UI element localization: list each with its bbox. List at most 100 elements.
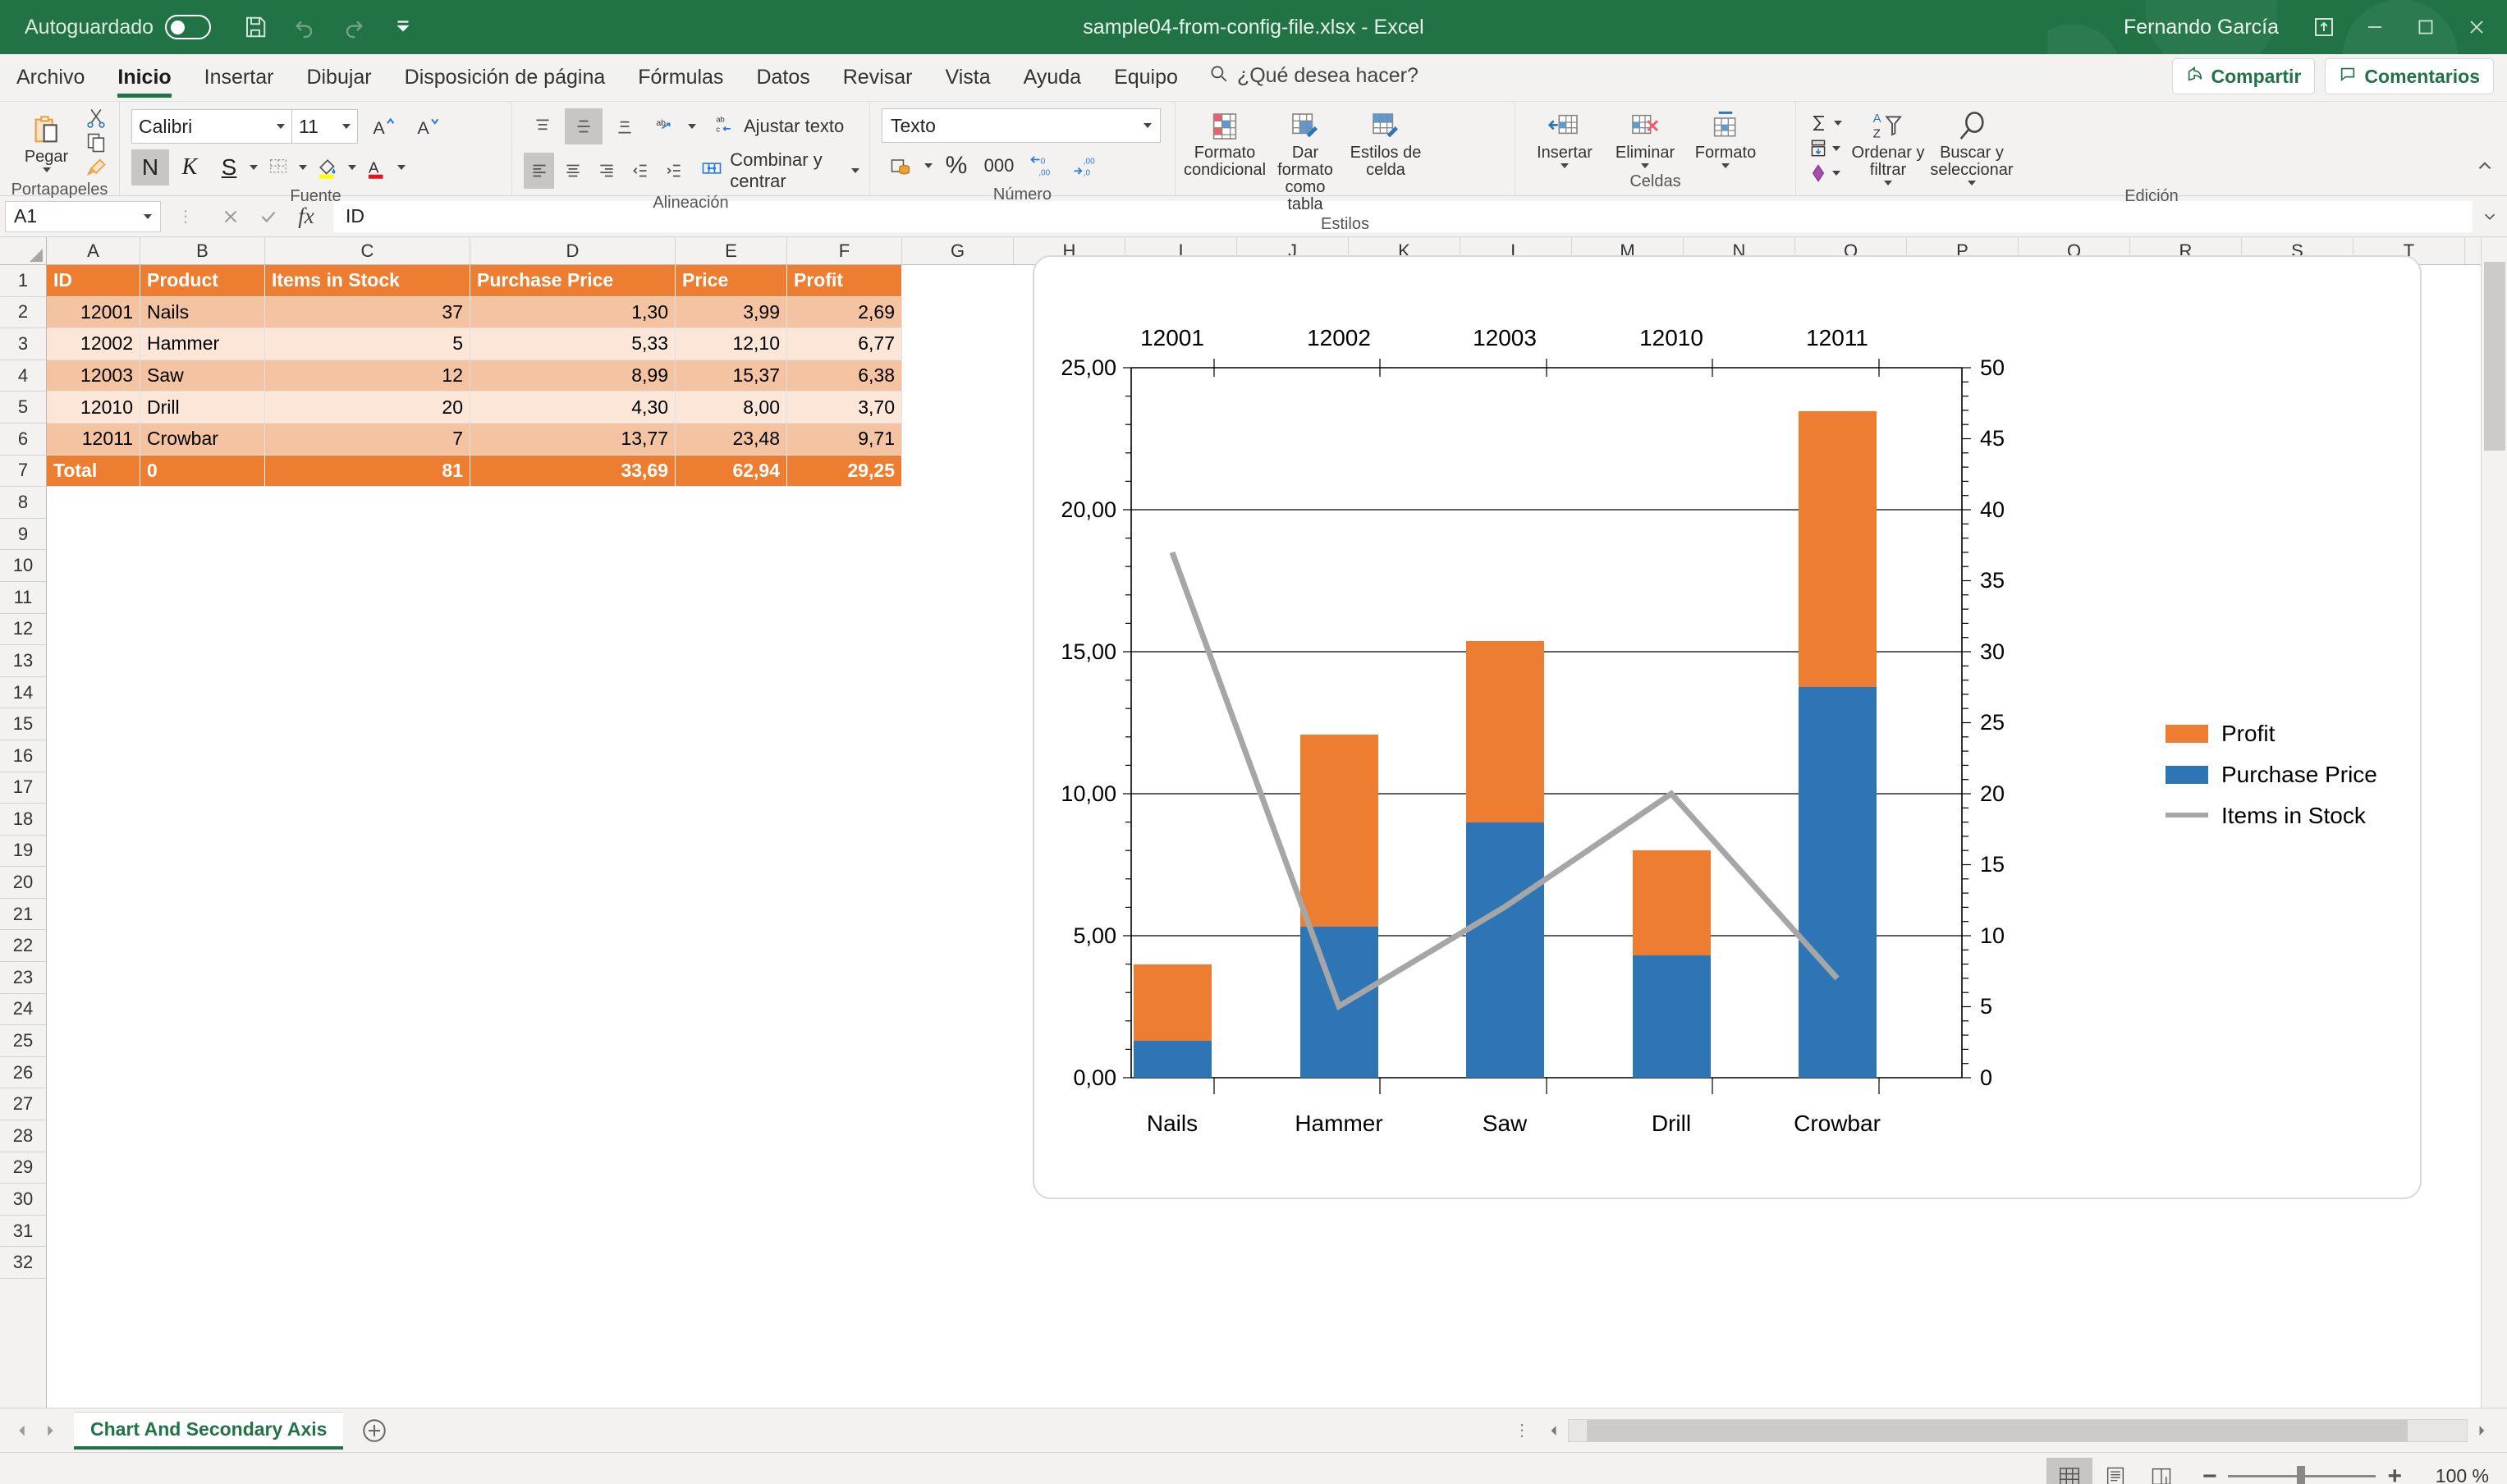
- next-sheet-icon[interactable]: [36, 1417, 64, 1445]
- cell-D1[interactable]: Purchase Price: [470, 265, 676, 297]
- row-header-8[interactable]: 8: [0, 487, 46, 519]
- add-sheet-icon[interactable]: [356, 1413, 392, 1449]
- zoom-control[interactable]: − + 100 %: [2202, 1463, 2489, 1484]
- align-middle-icon[interactable]: [565, 108, 603, 144]
- cell-E1[interactable]: Price: [676, 265, 787, 297]
- row-header-15[interactable]: 15: [0, 708, 46, 740]
- row-header-29[interactable]: 29: [0, 1152, 46, 1184]
- column-header-A[interactable]: A: [47, 237, 140, 264]
- cell-A6[interactable]: 12011: [47, 424, 140, 456]
- align-right-icon[interactable]: [591, 153, 621, 189]
- cell-E2[interactable]: 3,99: [676, 297, 787, 329]
- format-cells-caret-icon[interactable]: [1721, 163, 1730, 168]
- autosave-toggle[interactable]: [165, 15, 211, 39]
- row-header-10[interactable]: 10: [0, 550, 46, 582]
- cell-D7[interactable]: 33,69: [470, 456, 676, 488]
- row-header-2[interactable]: 2: [0, 297, 46, 329]
- row-header-32[interactable]: 32: [0, 1247, 46, 1279]
- cell-C7[interactable]: 81: [265, 456, 470, 488]
- column-header-G[interactable]: G: [902, 237, 1014, 264]
- row-header-21[interactable]: 21: [0, 899, 46, 931]
- tab-vista[interactable]: Vista: [929, 62, 1007, 101]
- expand-formula-bar-icon[interactable]: [2477, 208, 2502, 226]
- row-header-24[interactable]: 24: [0, 994, 46, 1026]
- italic-button[interactable]: K: [171, 149, 209, 186]
- save-icon[interactable]: [232, 6, 278, 48]
- cell-D4[interactable]: 8,99: [470, 360, 676, 392]
- close-icon[interactable]: [2451, 0, 2502, 54]
- previous-sheet-icon[interactable]: [8, 1417, 36, 1445]
- fill-button[interactable]: [1808, 138, 1842, 159]
- row-header-4[interactable]: 4: [0, 360, 46, 392]
- row-header-11[interactable]: 11: [0, 582, 46, 614]
- cell-C3[interactable]: 5: [265, 328, 470, 360]
- sheet-tab-chart-and-secondary-axis[interactable]: Chart And Secondary Axis: [74, 1412, 343, 1450]
- redo-icon[interactable]: [331, 6, 377, 48]
- column-header-E[interactable]: E: [676, 237, 787, 264]
- ribbon-display-options-icon[interactable]: [2298, 0, 2349, 54]
- cell-A1[interactable]: ID: [47, 265, 140, 297]
- cell-A5[interactable]: 12010: [47, 392, 140, 424]
- bold-button[interactable]: N: [131, 149, 169, 186]
- align-top-icon[interactable]: [524, 108, 561, 144]
- row-header-25[interactable]: 25: [0, 1025, 46, 1057]
- row-header-22[interactable]: 22: [0, 930, 46, 962]
- sort-filter-button[interactable]: A Z Ordenar y filtrar: [1850, 110, 1926, 186]
- maximize-icon[interactable]: [2400, 0, 2451, 54]
- cell-E3[interactable]: 12,10: [676, 328, 787, 360]
- row-header-12[interactable]: 12: [0, 614, 46, 646]
- row-header-3[interactable]: 3: [0, 328, 46, 360]
- cell-D6[interactable]: 13,77: [470, 424, 676, 456]
- tab-formulas[interactable]: Fórmulas: [621, 62, 740, 101]
- currency-format-icon[interactable]: [882, 148, 919, 184]
- cell-C6[interactable]: 7: [265, 424, 470, 456]
- delete-cells-button[interactable]: Eliminar: [1607, 110, 1683, 168]
- select-all-corner[interactable]: [0, 237, 47, 264]
- cell-B3[interactable]: Hammer: [140, 328, 265, 360]
- cell-C1[interactable]: Items in Stock: [265, 265, 470, 297]
- increase-font-size-icon[interactable]: A: [364, 108, 402, 144]
- align-left-icon[interactable]: [524, 153, 554, 189]
- font-name-caret-icon[interactable]: [277, 124, 285, 129]
- format-cells-button[interactable]: Formato: [1688, 110, 1763, 168]
- fill-color-caret-icon[interactable]: [348, 165, 356, 170]
- cell-D5[interactable]: 4,30: [470, 392, 676, 424]
- horizontal-scrollbar-thumb[interactable]: [1587, 1420, 2408, 1441]
- vertical-scrollbar-thumb[interactable]: [2484, 262, 2505, 451]
- column-header-F[interactable]: F: [787, 237, 902, 264]
- comments-button[interactable]: Comentarios: [2325, 58, 2494, 94]
- font-size-input[interactable]: 11: [292, 109, 358, 144]
- row-header-19[interactable]: 19: [0, 836, 46, 868]
- delete-cells-caret-icon[interactable]: [1641, 163, 1649, 168]
- zoom-slider[interactable]: [2228, 1475, 2376, 1477]
- underline-button[interactable]: S: [210, 149, 248, 186]
- horizontal-scroll-area[interactable]: ⋮: [1514, 1417, 2507, 1445]
- page-layout-icon[interactable]: [2092, 1458, 2138, 1484]
- minimize-icon[interactable]: [2349, 0, 2400, 54]
- name-box-caret-icon[interactable]: [144, 214, 152, 219]
- row-header-27[interactable]: 27: [0, 1088, 46, 1120]
- currency-caret-icon[interactable]: [924, 163, 933, 168]
- autosave-control[interactable]: Autoguardado: [25, 15, 211, 39]
- chart-object[interactable]: 0,00 5,00 10,00 15,00 20,00 25,00: [1033, 255, 2422, 1199]
- vertical-scrollbar[interactable]: [2481, 237, 2507, 1408]
- merge-center-caret-icon[interactable]: [851, 168, 859, 173]
- zoom-out-button[interactable]: −: [2202, 1463, 2217, 1484]
- cell-B5[interactable]: Drill: [140, 392, 265, 424]
- cell-F6[interactable]: 9,71: [787, 424, 902, 456]
- column-header-C[interactable]: C: [265, 237, 470, 264]
- quick-access-toolbar[interactable]: [232, 6, 426, 48]
- normal-view-icon[interactable]: [2046, 1458, 2092, 1484]
- scroll-right-icon[interactable]: [2468, 1417, 2496, 1445]
- font-name-input[interactable]: Calibri: [131, 109, 292, 144]
- cell-F5[interactable]: 3,70: [787, 392, 902, 424]
- cell-A3[interactable]: 12002: [47, 328, 140, 360]
- cell-B7[interactable]: 0: [140, 456, 265, 488]
- page-break-preview-icon[interactable]: [2138, 1458, 2184, 1484]
- horizontal-scrollbar[interactable]: [1568, 1419, 2468, 1442]
- row-header-14[interactable]: 14: [0, 677, 46, 709]
- undo-icon[interactable]: [282, 6, 328, 48]
- tab-revisar[interactable]: Revisar: [827, 62, 929, 101]
- copy-icon[interactable]: [85, 131, 108, 154]
- row-header-6[interactable]: 6: [0, 424, 46, 456]
